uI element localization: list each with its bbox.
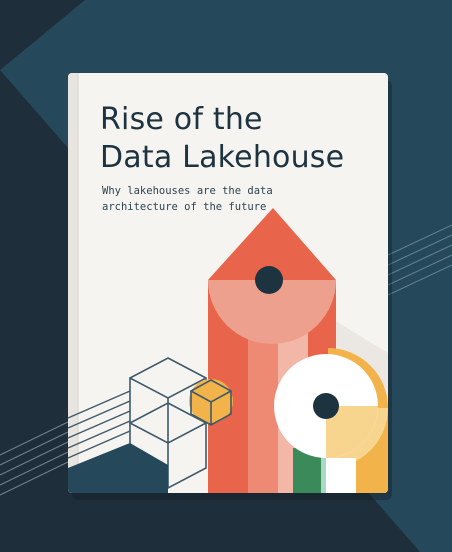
book-title: Rise of the Data Lakehouse bbox=[100, 101, 380, 177]
white-block bbox=[326, 458, 356, 493]
book-subtitle-line-2: architecture of the future bbox=[102, 201, 267, 213]
book-title-line-2: Data Lakehouse bbox=[100, 140, 345, 175]
book-subtitle: Why lakehouses are the data architecture… bbox=[102, 183, 362, 215]
tower-window bbox=[255, 266, 283, 294]
background-lines-left bbox=[0, 421, 69, 496]
book-title-line-1: Rise of the bbox=[100, 102, 263, 137]
circle-dot bbox=[313, 393, 339, 419]
book-spine bbox=[68, 73, 78, 493]
book-subtitle-line-1: Why lakehouses are the data bbox=[102, 185, 273, 197]
book: Rise of the Data Lakehouse Why lakehouse… bbox=[68, 73, 388, 493]
